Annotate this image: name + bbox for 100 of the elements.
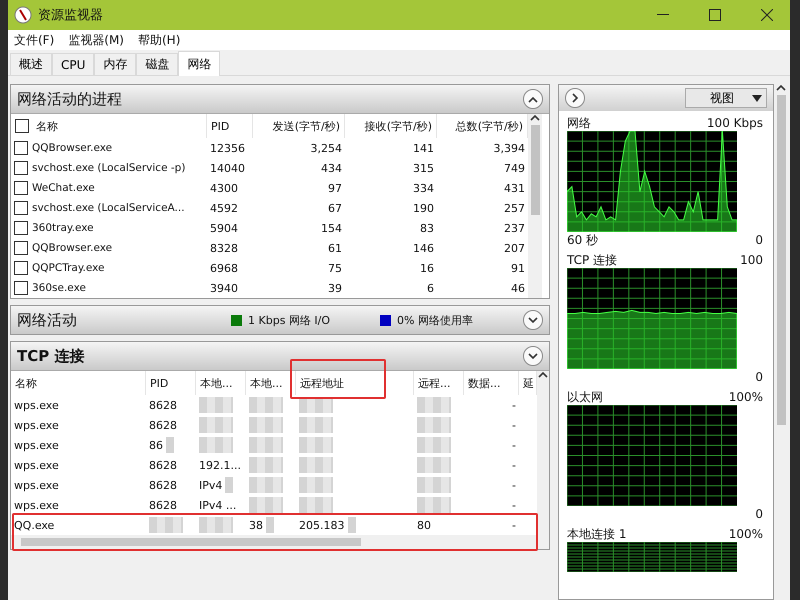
column-header[interactable]: PID <box>207 114 253 138</box>
tab[interactable]: 网络 <box>178 51 220 76</box>
chevron-up-icon <box>530 114 540 121</box>
table-cell-text: 91 <box>510 260 526 276</box>
legend-label: 1 Kbps 网络 I/O <box>248 312 330 328</box>
graph-max-label: 100% <box>728 527 763 541</box>
chevron-down-icon <box>528 316 538 324</box>
expand-button[interactable] <box>523 346 543 366</box>
column-header[interactable]: 发送(字节/秒) <box>253 114 345 138</box>
graph-min-label: 0 <box>755 507 763 521</box>
chevron-right-icon <box>572 93 578 103</box>
table-cell-text: 434 <box>320 160 343 176</box>
cell-text: wps.exe <box>14 418 59 432</box>
menu-item[interactable]: 帮助(H) <box>138 32 180 48</box>
scrollbar[interactable] <box>537 371 549 549</box>
tab[interactable]: 磁盘 <box>136 53 178 75</box>
menu-item[interactable]: 监视器(M) <box>68 32 124 48</box>
checkbox[interactable] <box>14 141 28 155</box>
table-cell-text: 61 <box>327 240 343 256</box>
expand-button[interactable] <box>565 88 585 108</box>
cell-text: - <box>512 518 516 532</box>
checkbox[interactable] <box>14 261 28 275</box>
table-cell-text: 39 <box>327 280 343 296</box>
chevron-up-icon <box>776 84 786 91</box>
cell-text: wps.exe <box>14 478 59 492</box>
app-icon <box>14 6 32 24</box>
tab[interactable]: 概述 <box>10 53 52 75</box>
tab[interactable]: CPU <box>52 53 94 75</box>
table-cell-text: 14040 <box>209 160 246 176</box>
column-header[interactable]: 名称 <box>11 371 146 395</box>
table-cell-text: 141 <box>412 140 435 156</box>
cell-text: 8628 <box>149 498 177 512</box>
graph-max-label: 100 <box>740 253 763 267</box>
table-cell-text: 3,394 <box>492 140 526 156</box>
minimize-icon <box>657 14 669 16</box>
chevron-up-icon <box>538 371 548 378</box>
checkbox[interactable] <box>14 241 28 255</box>
checkbox[interactable] <box>14 221 28 235</box>
table-cell-text: 8328 <box>209 240 239 256</box>
table-cell-text: 5904 <box>209 220 239 236</box>
table-cell-text: 146 <box>412 240 435 256</box>
process-name: QQPCTray.exe <box>32 262 104 274</box>
column-header[interactable]: 名称 <box>11 114 207 138</box>
cell-text: 192.1... <box>199 458 241 472</box>
graph-label: TCP 连接 <box>567 252 618 268</box>
legend-label: 0% 网络使用率 <box>397 312 473 328</box>
table-cell-text: 257 <box>503 200 526 216</box>
checkbox[interactable] <box>14 201 28 215</box>
table-cell-text: 46 <box>510 280 526 296</box>
table-cell-text: 749 <box>503 160 526 176</box>
table-cell-text: 6968 <box>209 260 239 276</box>
table-cell-text: 83 <box>419 220 435 236</box>
table-cell-text: 431 <box>503 180 526 196</box>
checkbox[interactable] <box>14 181 28 195</box>
menu-item[interactable]: 文件(F) <box>14 32 54 48</box>
checkbox[interactable] <box>14 281 28 295</box>
table-cell-text: 237 <box>503 220 526 236</box>
tab[interactable]: 内存 <box>94 53 136 75</box>
table-cell-text: 207 <box>503 240 526 256</box>
cell-text: - <box>512 418 516 432</box>
column-header[interactable]: 接收(字节/秒) <box>345 114 437 138</box>
graph-label: 本地连接 1 <box>567 526 626 542</box>
cell-text: 8628 <box>149 458 177 472</box>
column-header[interactable]: 本地... <box>196 371 246 395</box>
checkbox[interactable] <box>14 161 28 175</box>
column-header[interactable]: 数据... <box>464 371 519 395</box>
column-header[interactable]: 本地... <box>246 371 296 395</box>
horizontal-scrollbar[interactable] <box>11 535 537 549</box>
cell-text: IPv4 <box>199 478 222 492</box>
column-header[interactable]: 远程... <box>414 371 464 395</box>
process-name: 360se.exe <box>32 282 86 294</box>
graph-min-label: 0 <box>755 370 763 384</box>
table-cell-text: 6 <box>426 280 435 296</box>
graph-time-label: 60 秒 <box>567 232 598 248</box>
view-button[interactable]: 视图 <box>685 88 767 108</box>
table-cell-text: 4592 <box>209 200 239 216</box>
table-cell-text: 315 <box>412 160 435 176</box>
cell-text: 205.183 <box>299 518 344 532</box>
cell-text: wps.exe <box>14 458 59 472</box>
column-header[interactable]: PID <box>146 371 196 395</box>
cell-text: - <box>512 478 516 492</box>
graph-max-label: 100% <box>728 390 763 404</box>
close-icon <box>761 9 773 21</box>
table-cell-text: 75 <box>327 260 343 276</box>
cell-text: - <box>512 438 516 452</box>
table-cell-text: 97 <box>327 180 343 196</box>
graph-label: 以太网 <box>567 388 603 406</box>
expand-button[interactable] <box>523 310 543 330</box>
maximize-icon <box>709 9 721 21</box>
cell-text: 80 <box>417 518 431 532</box>
cell-text: 38 <box>249 518 263 532</box>
window-title: 资源监视器 <box>38 7 104 24</box>
scrollbar[interactable] <box>528 114 542 298</box>
cell-text: 8628 <box>149 478 177 492</box>
table-cell-text: 16 <box>419 260 435 276</box>
process-name: 360tray.exe <box>32 222 94 234</box>
collapse-button[interactable] <box>523 89 543 109</box>
cell-text: wps.exe <box>14 498 59 512</box>
column-header[interactable]: 远程地址 <box>296 371 414 395</box>
cell-text: wps.exe <box>14 438 59 452</box>
